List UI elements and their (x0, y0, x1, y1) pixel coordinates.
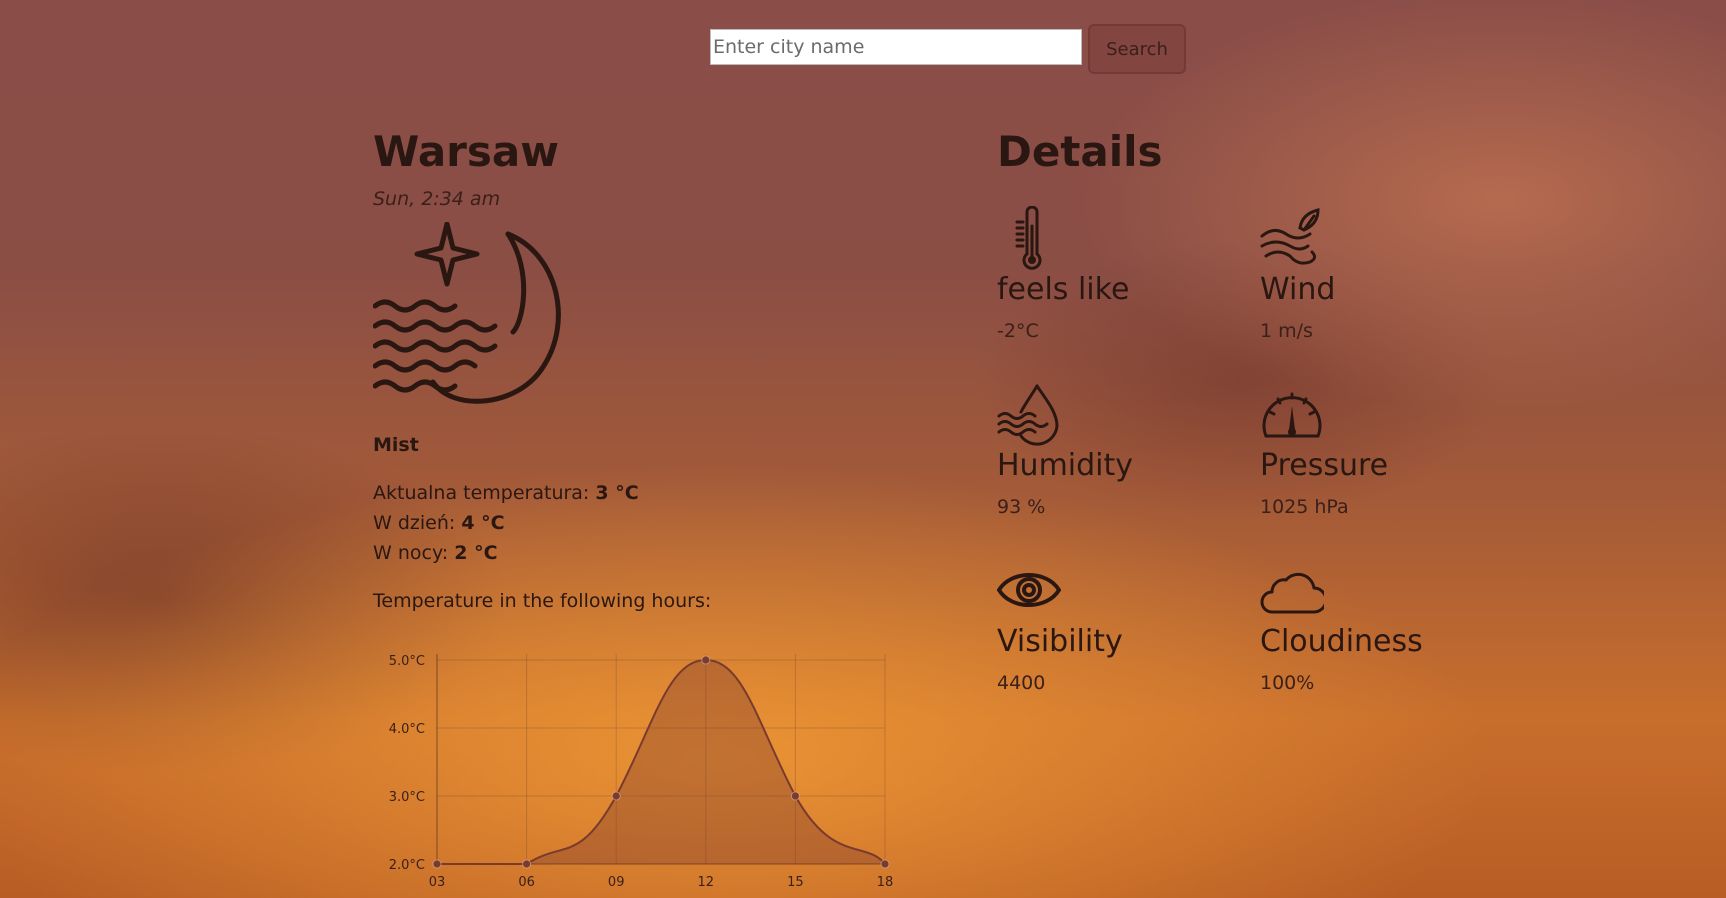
detail-label: Pressure (1260, 448, 1389, 483)
details-panel: Details feels like -2°C Wind 1 m/s Humid… (997, 120, 1477, 694)
x-tick-label: 09 (608, 875, 625, 890)
x-tick-label: 03 (429, 875, 446, 890)
eye-icon (997, 573, 1061, 607)
day-temp-row: W dzień: 4 °C (373, 508, 933, 538)
night-temp-row: W nocy: 2 °C (373, 538, 933, 568)
temperature-summary: Aktualna temperatura: 3 °C W dzień: 4 °C… (373, 478, 933, 568)
current-weather-panel: Warsaw Sun, 2:34 am Mist Aktualna temper… (373, 120, 933, 612)
detail-label: Wind (1260, 272, 1336, 307)
hourly-temperature-chart: 5.0°C 4.0°C 3.0°C 2.0°C 03 06 09 12 15 18 (389, 654, 894, 890)
y-tick-label: 4.0°C (389, 722, 425, 737)
search-bar: Search (710, 20, 1186, 74)
current-temp-label: Aktualna temperatura: (373, 482, 590, 504)
y-tick-label: 2.0°C (389, 858, 425, 873)
temperature-point (432, 859, 442, 869)
current-temp-row: Aktualna temperatura: 3 °C (373, 478, 933, 508)
detail-humidity: Humidity 93 % (997, 382, 1237, 518)
cloud-icon (1260, 572, 1324, 614)
detail-value: 4400 (997, 672, 1046, 694)
day-temp-label: W dzień: (373, 512, 456, 534)
detail-label: Humidity (997, 448, 1134, 483)
detail-cloudiness: Cloudiness 100% (1260, 558, 1500, 694)
detail-value: 1025 hPa (1260, 496, 1349, 518)
temperature-point (522, 859, 532, 869)
wind-icon (1260, 208, 1320, 265)
detail-value: -2°C (997, 320, 1039, 342)
detail-feels-like: feels like -2°C (997, 206, 1237, 342)
night-temp-label: W nocy: (373, 542, 449, 564)
thermometer-icon (1015, 206, 1042, 270)
temperature-point (611, 791, 621, 801)
humidity-drop-icon (997, 384, 1059, 446)
city-search-input[interactable] (710, 29, 1082, 65)
detail-label: Cloudiness (1260, 624, 1423, 659)
day-temp-value: 4 °C (461, 512, 505, 534)
temperature-point (790, 791, 800, 801)
date-time: Sun, 2:34 am (373, 188, 501, 210)
city-name: Warsaw (373, 127, 560, 176)
detail-value: 100% (1260, 672, 1315, 694)
x-tick-label: 15 (787, 875, 804, 890)
night-temp-value: 2 °C (454, 542, 498, 564)
x-tick-label: 12 (698, 875, 715, 890)
detail-label: Visibility (997, 624, 1123, 659)
chart-title: Temperature in the following hours: (373, 590, 712, 612)
x-tick-label: 06 (518, 875, 535, 890)
detail-wind: Wind 1 m/s (1260, 206, 1500, 342)
detail-value: 1 m/s (1260, 320, 1313, 342)
temperature-point (701, 655, 711, 665)
search-button[interactable]: Search (1088, 24, 1186, 74)
moon-star-mist-icon (373, 222, 561, 404)
weather-description: Mist (373, 434, 419, 456)
detail-value: 93 % (997, 496, 1046, 518)
detail-visibility: Visibility 4400 (997, 558, 1237, 694)
y-tick-label: 5.0°C (389, 654, 425, 669)
y-tick-label: 3.0°C (389, 790, 425, 805)
temperature-area (437, 660, 885, 864)
x-tick-label: 18 (877, 875, 894, 890)
details-title: Details (997, 127, 1163, 176)
current-temp-value: 3 °C (595, 482, 639, 504)
gauge-icon (1262, 392, 1322, 438)
temperature-point (880, 859, 890, 869)
detail-label: feels like (997, 272, 1130, 307)
detail-pressure: Pressure 1025 hPa (1260, 382, 1500, 518)
